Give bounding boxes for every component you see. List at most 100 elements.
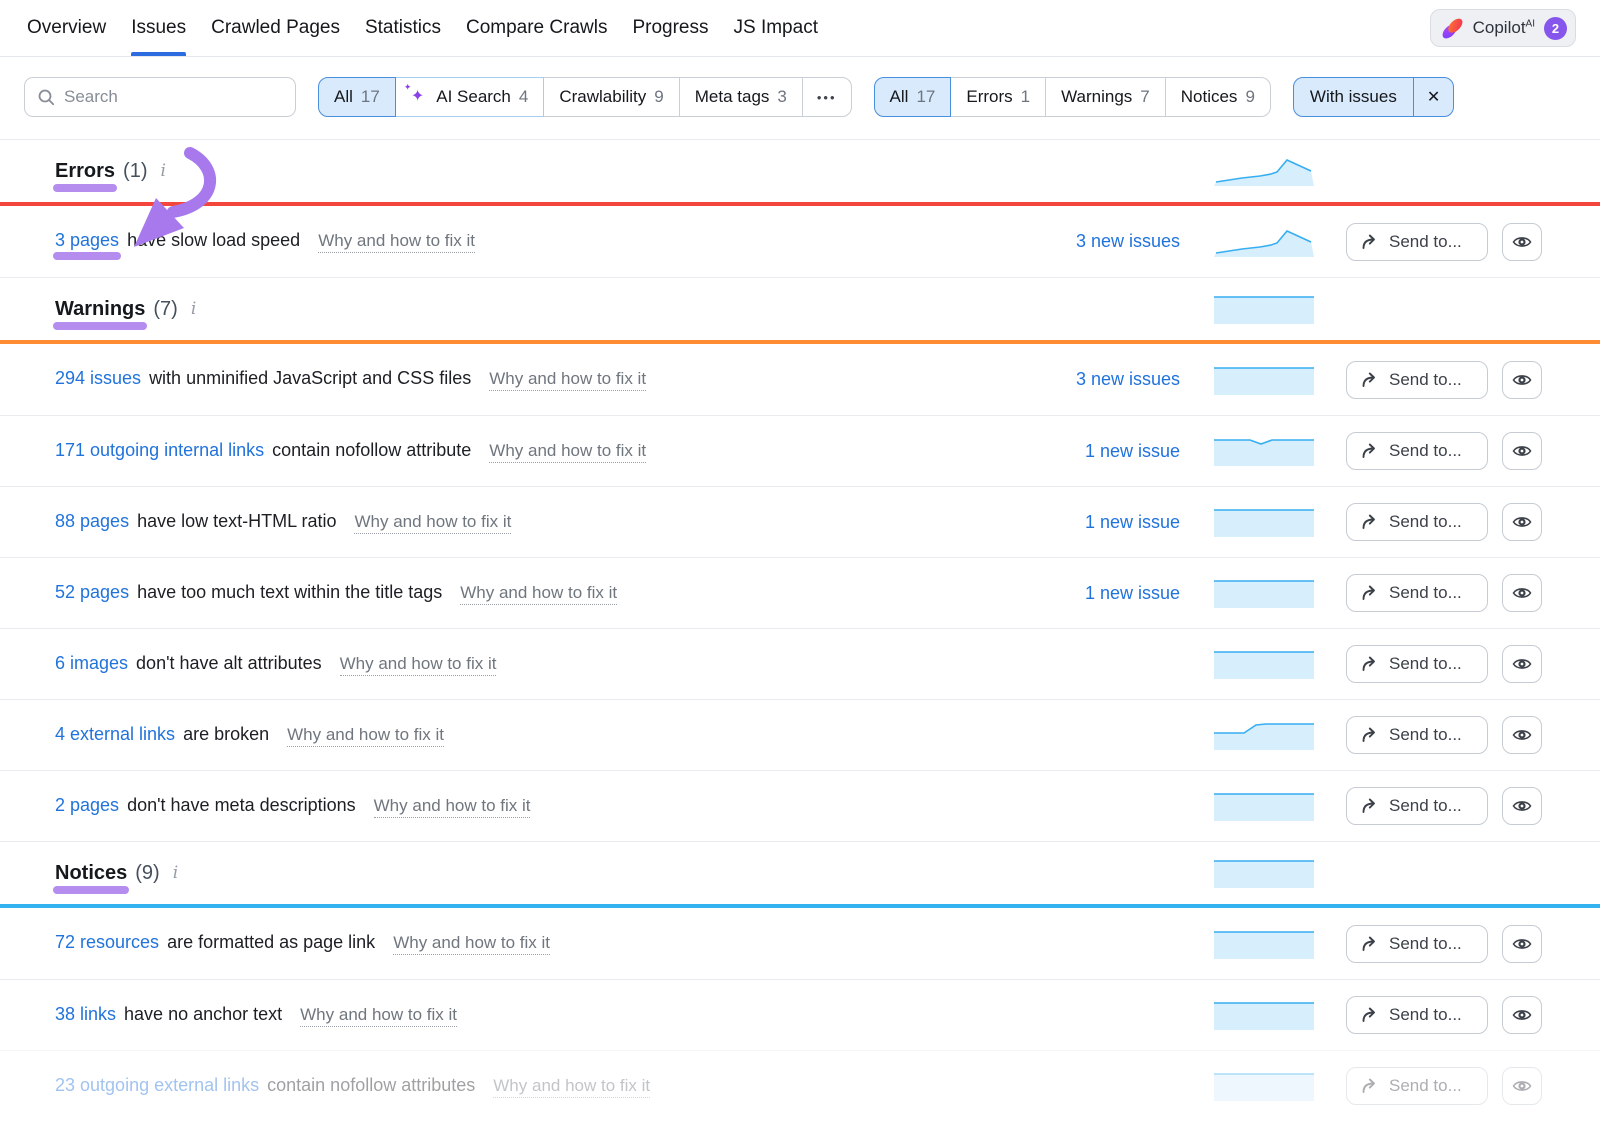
issue-count-link[interactable]: 3 pages bbox=[55, 230, 119, 251]
nav-tab-statistics[interactable]: Statistics bbox=[365, 0, 441, 56]
send-to-button[interactable]: Send to... bbox=[1346, 996, 1488, 1034]
view-issue-button[interactable] bbox=[1502, 787, 1542, 825]
view-issue-button[interactable] bbox=[1502, 574, 1542, 612]
issue-row: 72 resources are formatted as page link … bbox=[0, 908, 1600, 979]
new-issues-link[interactable]: 3 new issues bbox=[1010, 231, 1180, 252]
section-count: (1) bbox=[123, 160, 147, 183]
new-issues-link[interactable]: 1 new issue bbox=[1010, 512, 1180, 533]
trend-sparkline bbox=[1214, 436, 1314, 466]
why-how-to-fix-link[interactable]: Why and how to fix it bbox=[340, 654, 497, 676]
view-issue-button[interactable] bbox=[1502, 503, 1542, 541]
with-issues-filter-chip[interactable]: With issues ✕ bbox=[1293, 77, 1454, 117]
trend-sparkline bbox=[1214, 858, 1314, 888]
send-to-button[interactable]: Send to... bbox=[1346, 574, 1488, 612]
why-how-to-fix-link[interactable]: Why and how to fix it bbox=[489, 441, 646, 463]
trend-sparkline bbox=[1214, 929, 1314, 959]
send-to-button[interactable]: Send to... bbox=[1346, 1067, 1488, 1105]
nav-tab-js-impact[interactable]: JS Impact bbox=[734, 0, 818, 56]
view-issue-button[interactable] bbox=[1502, 716, 1542, 754]
filter-tab-crawlability[interactable]: Crawlability 9 bbox=[543, 77, 679, 117]
issue-count-link[interactable]: 23 outgoing external links bbox=[55, 1075, 259, 1096]
send-to-button[interactable]: Send to... bbox=[1346, 223, 1488, 261]
eye-icon bbox=[1512, 586, 1532, 600]
why-how-to-fix-link[interactable]: Why and how to fix it bbox=[300, 1005, 457, 1027]
view-issue-button[interactable] bbox=[1502, 361, 1542, 399]
nav-tab-crawled-pages[interactable]: Crawled Pages bbox=[211, 0, 340, 56]
why-how-to-fix-link[interactable]: Why and how to fix it bbox=[318, 231, 475, 253]
new-issues-link[interactable]: 1 new issue bbox=[1010, 441, 1180, 462]
send-to-button[interactable]: Send to... bbox=[1346, 432, 1488, 470]
view-issue-button[interactable] bbox=[1502, 1067, 1542, 1105]
issue-count-link[interactable]: 38 links bbox=[55, 1004, 116, 1025]
send-to-button[interactable]: Send to... bbox=[1346, 645, 1488, 683]
search-input[interactable] bbox=[64, 87, 283, 107]
nav-tab-issues[interactable]: Issues bbox=[131, 0, 186, 56]
info-icon[interactable]: i bbox=[173, 863, 178, 883]
why-how-to-fix-link[interactable]: Why and how to fix it bbox=[493, 1076, 650, 1098]
new-issues-link[interactable]: 3 new issues bbox=[1010, 369, 1180, 390]
filter-tab-all-categories[interactable]: All 17 bbox=[318, 77, 396, 117]
issue-row: 294 issues with unminified JavaScript an… bbox=[0, 344, 1600, 415]
filter-tab-meta-tags[interactable]: Meta tags 3 bbox=[679, 77, 803, 117]
view-issue-button[interactable] bbox=[1502, 432, 1542, 470]
view-issue-button[interactable] bbox=[1502, 996, 1542, 1034]
issues-list: Errors (1) i 3 pages have slow load spee… bbox=[0, 139, 1600, 1121]
send-to-button[interactable]: Send to... bbox=[1346, 925, 1488, 963]
send-to-button[interactable]: Send to... bbox=[1346, 716, 1488, 754]
nav-tab-overview[interactable]: Overview bbox=[27, 0, 106, 56]
send-to-button[interactable]: Send to... bbox=[1346, 503, 1488, 541]
why-how-to-fix-link[interactable]: Why and how to fix it bbox=[393, 933, 550, 955]
filter-tab-ai-search[interactable]: ✦✦ AI Search 4 bbox=[395, 77, 545, 117]
why-how-to-fix-link[interactable]: Why and how to fix it bbox=[460, 583, 617, 605]
trend-sparkline bbox=[1214, 720, 1314, 750]
eye-icon bbox=[1512, 1008, 1532, 1022]
issue-row: 2 pages don't have meta descriptions Why… bbox=[0, 770, 1600, 841]
send-to-button[interactable]: Send to... bbox=[1346, 361, 1488, 399]
issue-count-link[interactable]: 4 external links bbox=[55, 724, 175, 745]
remove-filter-button[interactable]: ✕ bbox=[1413, 78, 1453, 116]
filter-tab-warnings[interactable]: Warnings 7 bbox=[1045, 77, 1166, 117]
section-title: Errors bbox=[55, 160, 115, 183]
filter-bar: All 17 ✦✦ AI Search 4 Crawlability 9 Met… bbox=[0, 57, 1600, 139]
issue-count-link[interactable]: 88 pages bbox=[55, 511, 129, 532]
send-arrow-icon bbox=[1361, 443, 1379, 459]
section-header: Warnings (7) i bbox=[0, 278, 1600, 340]
filter-tab-errors[interactable]: Errors 1 bbox=[950, 77, 1046, 117]
issue-count-link[interactable]: 52 pages bbox=[55, 582, 129, 603]
section-count: (9) bbox=[135, 862, 159, 885]
nav-tab-progress[interactable]: Progress bbox=[632, 0, 708, 56]
view-issue-button[interactable] bbox=[1502, 645, 1542, 683]
send-arrow-icon bbox=[1361, 1007, 1379, 1023]
info-icon[interactable]: i bbox=[160, 161, 165, 181]
issue-count-link[interactable]: 72 resources bbox=[55, 932, 159, 953]
why-how-to-fix-link[interactable]: Why and how to fix it bbox=[354, 512, 511, 534]
issue-count-link[interactable]: 6 images bbox=[55, 653, 128, 674]
eye-icon bbox=[1512, 444, 1532, 458]
info-icon[interactable]: i bbox=[191, 299, 196, 319]
why-how-to-fix-link[interactable]: Why and how to fix it bbox=[489, 369, 646, 391]
view-issue-button[interactable] bbox=[1502, 925, 1542, 963]
issue-count-link[interactable]: 2 pages bbox=[55, 795, 119, 816]
issue-row: 52 pages have too much text within the t… bbox=[0, 557, 1600, 628]
filter-tab-notices[interactable]: Notices 9 bbox=[1165, 77, 1271, 117]
issue-section: Notices (9) i 72 resources are formatted… bbox=[0, 841, 1600, 1121]
send-arrow-icon bbox=[1361, 727, 1379, 743]
copilot-button[interactable]: CopilotAI 2 bbox=[1430, 9, 1576, 47]
nav-tab-compare-crawls[interactable]: Compare Crawls bbox=[466, 0, 607, 56]
trend-sparkline bbox=[1214, 507, 1314, 537]
why-how-to-fix-link[interactable]: Why and how to fix it bbox=[374, 796, 531, 818]
view-issue-button[interactable] bbox=[1502, 223, 1542, 261]
filter-tab-all-severity[interactable]: All 17 bbox=[874, 77, 952, 117]
issue-count-link[interactable]: 171 outgoing internal links bbox=[55, 440, 264, 461]
send-to-button[interactable]: Send to... bbox=[1346, 787, 1488, 825]
why-how-to-fix-link[interactable]: Why and how to fix it bbox=[287, 725, 444, 747]
new-issues-link[interactable]: 1 new issue bbox=[1010, 583, 1180, 604]
issue-description: contain nofollow attribute bbox=[272, 440, 471, 461]
search-box bbox=[24, 77, 296, 117]
section-title: Warnings bbox=[55, 298, 145, 321]
category-filter-group: All 17 ✦✦ AI Search 4 Crawlability 9 Met… bbox=[318, 77, 852, 117]
more-filters-button[interactable]: ••• bbox=[802, 77, 852, 117]
issue-count-link[interactable]: 294 issues bbox=[55, 368, 141, 389]
trend-sparkline bbox=[1214, 649, 1314, 679]
eye-icon bbox=[1512, 937, 1532, 951]
